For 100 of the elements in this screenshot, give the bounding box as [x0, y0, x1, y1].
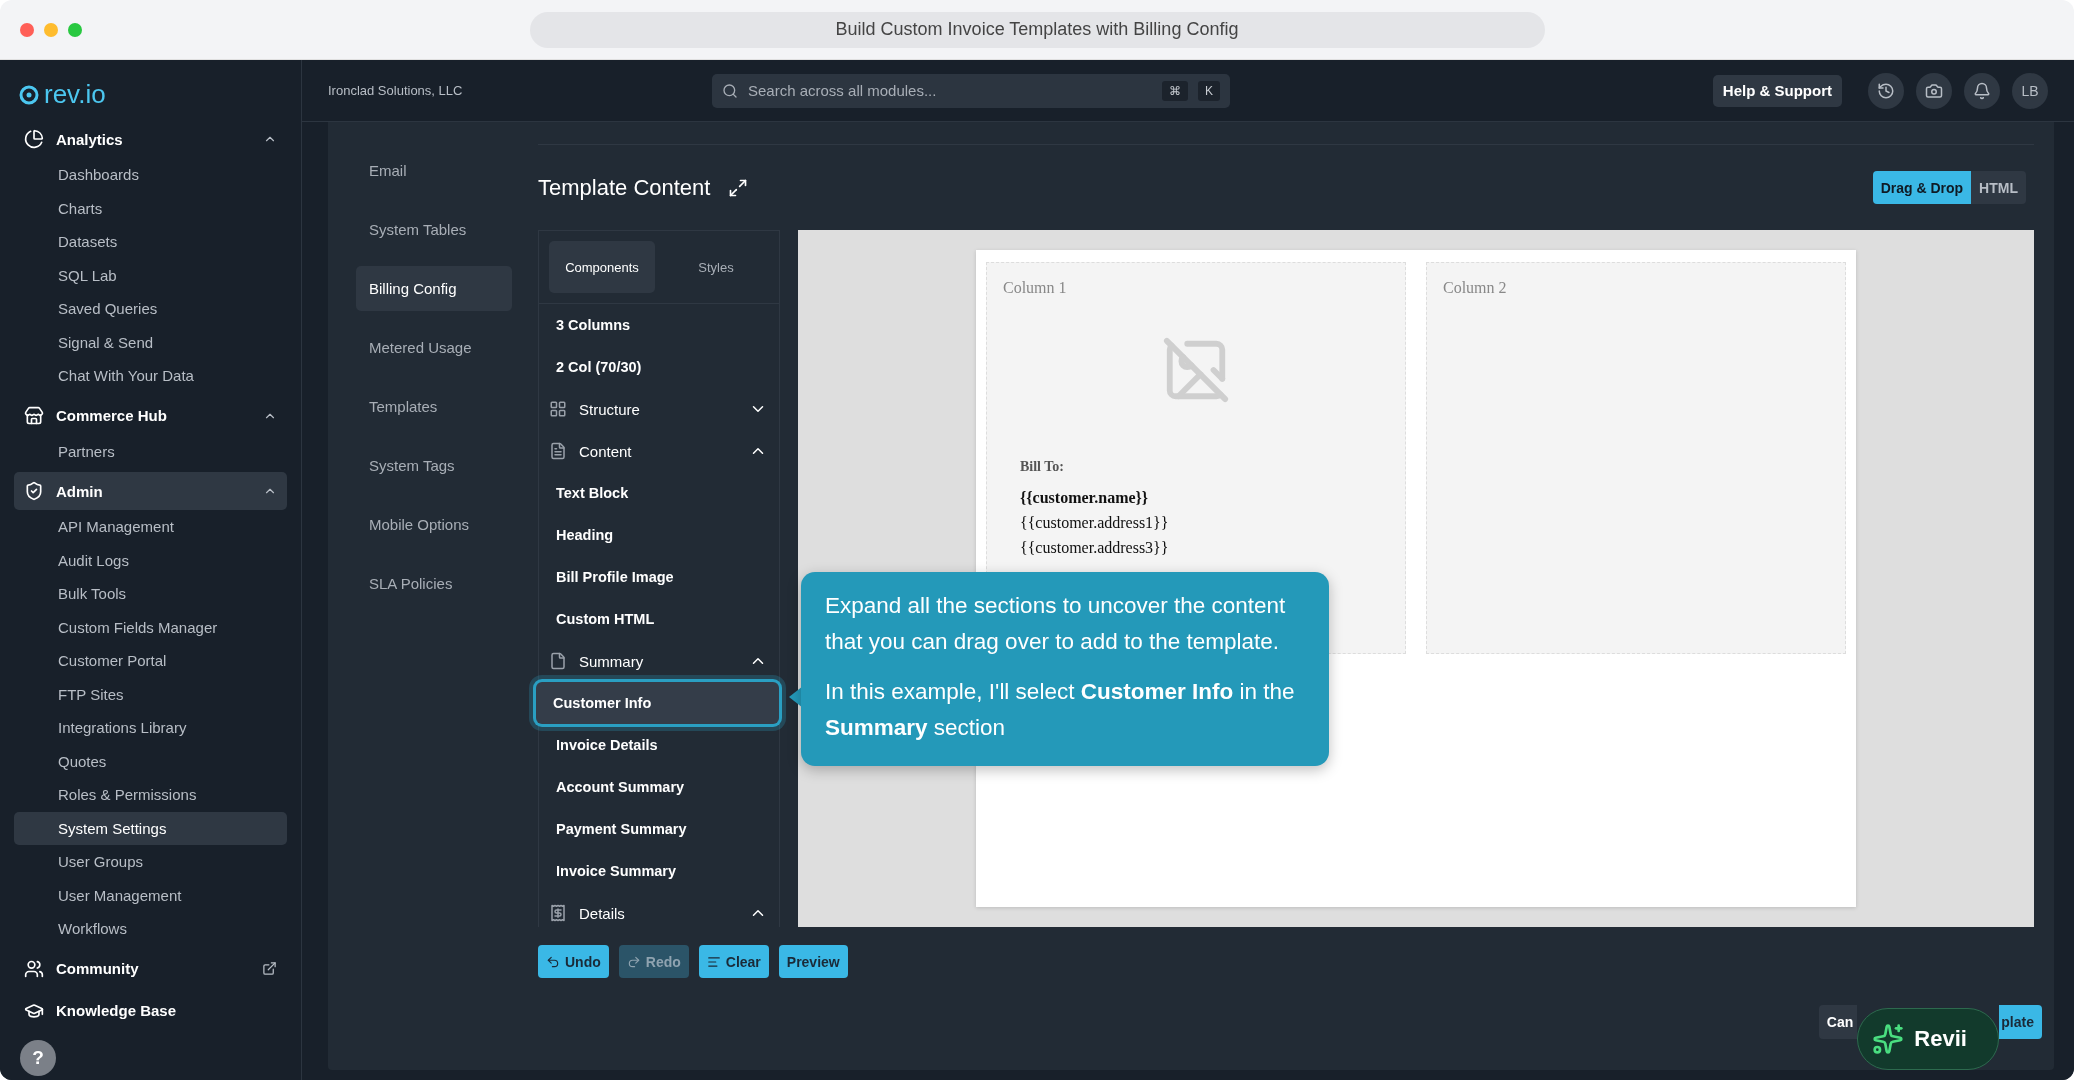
component-item[interactable]: Text Block — [539, 472, 779, 514]
camera-icon[interactable] — [1916, 72, 1952, 109]
search-placeholder: Search across all modules... — [748, 82, 938, 99]
template-variable: {{customer.address1}} — [1020, 513, 1169, 533]
component-item[interactable]: Heading — [539, 514, 779, 556]
sidebar-item[interactable]: SQL Lab — [14, 258, 287, 292]
sidebar-group[interactable]: Analytics — [14, 120, 287, 158]
settings-nav-item[interactable]: System Tables — [356, 207, 512, 252]
tooltip-text: In this example, I'll select Customer Info in the Summary section — [825, 678, 1296, 742]
component-section[interactable]: Content — [539, 430, 779, 472]
search-field[interactable]: Search across all modules... ⌘ K — [712, 73, 1230, 108]
editor-action-button[interactable]: Preview — [778, 945, 848, 978]
logo-icon — [18, 83, 40, 105]
column-label: Column 2 — [1443, 279, 1507, 297]
history-icon[interactable] — [1868, 72, 1904, 109]
template-variable: {{customer.address3}} — [1020, 538, 1169, 558]
template-variable: {{customer.name}} — [1020, 488, 1149, 508]
component-section[interactable]: Details — [539, 892, 779, 934]
logo-text: rev.io — [44, 78, 106, 110]
sidebar-item[interactable]: API Management — [14, 510, 287, 544]
component-item[interactable]: Custom HTML — [539, 598, 779, 640]
component-item[interactable]: Invoice Details — [539, 724, 779, 766]
sidebar-group[interactable]: Knowledge Base — [14, 991, 287, 1030]
panel-tab[interactable]: Components — [549, 241, 655, 293]
sidebar-item[interactable]: Workflows — [14, 912, 287, 946]
image-placeholder-icon — [1161, 335, 1231, 405]
component-item[interactable]: Customer Info — [536, 682, 779, 724]
external-link-icon — [262, 961, 277, 976]
help-support-button[interactable]: Help & Support — [1712, 74, 1842, 107]
receipt-icon — [549, 904, 567, 922]
component-item[interactable]: 3 Columns — [539, 304, 779, 346]
pie-chart-icon — [24, 129, 44, 149]
sidebar-item[interactable]: Charts — [14, 191, 287, 225]
column-label: Column 1 — [1003, 279, 1067, 297]
shortcut-key: K — [1198, 80, 1220, 101]
user-avatar[interactable]: LB — [2012, 72, 2048, 109]
tooltip-text: Expand all the sections to uncover the content that you can drag over to add to the template. — [825, 592, 1287, 656]
shield-icon — [24, 481, 44, 501]
sidebar-group[interactable]: Community — [14, 949, 287, 988]
sidebar-item[interactable]: Quotes — [14, 744, 287, 778]
settings-nav-item[interactable]: System Tags — [356, 443, 512, 488]
settings-nav-item[interactable]: SLA Policies — [356, 561, 512, 606]
sidebar-item[interactable]: Integrations Library — [14, 711, 287, 745]
section-title: Template Content — [538, 174, 711, 201]
editor-action-button[interactable]: Undo — [538, 945, 609, 978]
sidebar-item[interactable]: Chat With Your Data — [14, 359, 287, 393]
file-icon — [549, 652, 567, 670]
component-item[interactable]: Payment Summary — [539, 808, 779, 850]
store-icon — [24, 405, 44, 426]
settings-nav-item[interactable]: Metered Usage — [356, 325, 512, 370]
people-icon — [24, 958, 44, 979]
organization-name: Ironclad Solutions, LLC — [328, 83, 464, 98]
sparkle-icon — [1872, 1023, 1905, 1055]
search-icon — [722, 82, 738, 99]
cancel-button[interactable]: Can — [1818, 1005, 1858, 1039]
document-icon — [549, 442, 567, 460]
component-item[interactable]: Account Summary — [539, 766, 779, 808]
sidebar-item[interactable]: Dashboards — [14, 158, 287, 192]
help-button[interactable]: ? — [20, 1040, 56, 1076]
sidebar-item[interactable]: Datasets — [14, 225, 287, 259]
sidebar-item[interactable]: User Groups — [14, 845, 287, 879]
editor-action-button[interactable]: Clear — [698, 945, 769, 978]
expand-icon[interactable] — [728, 177, 749, 198]
sidebar-group[interactable]: Admin — [14, 472, 287, 510]
sidebar-item[interactable]: FTP Sites — [14, 677, 287, 711]
component-item[interactable]: 2 Col (70/30) — [539, 346, 779, 388]
shortcut-key: ⌘ — [1162, 80, 1188, 101]
sidebar-item[interactable]: Partners — [14, 434, 287, 468]
sidebar-item[interactable]: Roles & Permissions — [14, 778, 287, 812]
window-title: Build Custom Invoice Templates with Billing Config — [529, 11, 1545, 48]
panel-tab[interactable]: Styles — [663, 241, 769, 293]
component-item[interactable]: Bill Profile Image — [539, 556, 779, 598]
save-template-button[interactable]: plate — [1999, 1005, 2042, 1039]
settings-nav-item[interactable]: Mobile Options — [356, 502, 512, 547]
redo-icon — [626, 954, 641, 969]
sidebar-item[interactable]: Bulk Tools — [14, 577, 287, 611]
sidebar-item[interactable]: User Management — [14, 878, 287, 912]
bell-icon[interactable] — [1964, 72, 2000, 109]
settings-nav-item[interactable]: Billing Config — [356, 266, 512, 311]
bill-to-label: Bill To: — [1020, 459, 1064, 475]
sidebar-item[interactable]: Custom Fields Manager — [14, 610, 287, 644]
sidebar-item[interactable]: Audit Logs — [14, 543, 287, 577]
close-dot[interactable] — [20, 22, 34, 37]
component-section[interactable]: Structure — [539, 388, 779, 430]
settings-nav-item[interactable]: Email — [356, 148, 512, 193]
minimize-dot[interactable] — [44, 22, 58, 37]
sidebar-item[interactable]: Customer Portal — [14, 644, 287, 678]
maximize-dot[interactable] — [68, 22, 82, 37]
undo-icon — [546, 954, 560, 969]
sidebar-item[interactable]: Saved Queries — [14, 292, 287, 326]
sidebar-group[interactable]: Commerce Hub — [14, 396, 287, 435]
sidebar-item[interactable]: Signal & Send — [14, 325, 287, 359]
assistant-button[interactable]: Revii — [1857, 1008, 2000, 1070]
sidebar-item[interactable]: System Settings — [14, 811, 287, 845]
mode-toggle[interactable]: HTML — [1971, 171, 2026, 204]
component-item[interactable]: Invoice Summary — [539, 850, 779, 892]
mode-toggle[interactable]: Drag & Drop — [1872, 171, 1972, 204]
lines-icon — [706, 954, 721, 969]
settings-nav-item[interactable]: Templates — [356, 384, 512, 429]
component-section[interactable]: Summary — [539, 640, 779, 682]
